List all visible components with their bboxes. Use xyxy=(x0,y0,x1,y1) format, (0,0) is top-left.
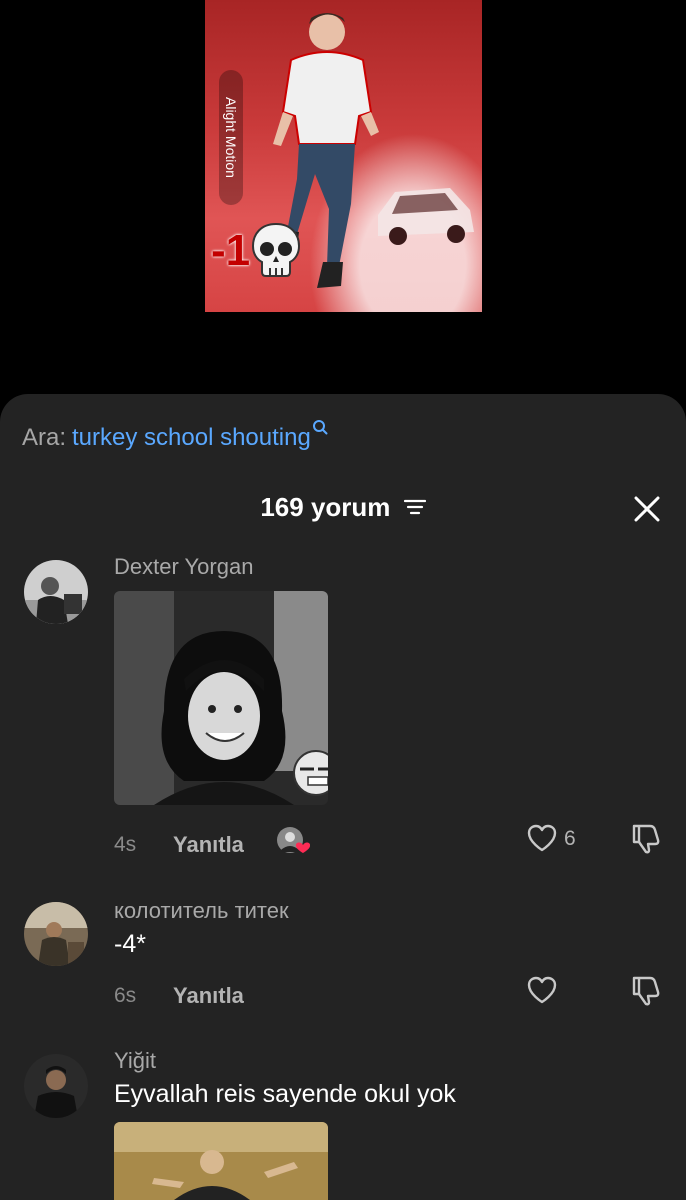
search-prefix: Ara: xyxy=(22,424,67,451)
comments-sheet: Ara: turkey school shouting 169 yorum Dex… xyxy=(0,394,686,1200)
overlay-text: -1 xyxy=(211,226,251,275)
skull-icon xyxy=(251,222,301,277)
like-count: 6 xyxy=(564,827,576,850)
avatar[interactable] xyxy=(24,902,88,966)
video-thumbnail[interactable]: Alight Motion -1 xyxy=(205,0,482,312)
heart-icon[interactable] xyxy=(527,976,557,1004)
comment-text: Eyvallah reis sayende okul yok xyxy=(114,1080,456,1108)
comment-text: -4* xyxy=(114,930,146,958)
comment-username[interactable]: Yiğit xyxy=(114,1048,156,1074)
creator-liked-icon xyxy=(277,827,310,853)
comments-count-title: 169 yorum xyxy=(260,492,391,522)
heart-icon[interactable] xyxy=(527,824,557,852)
close-icon[interactable] xyxy=(634,496,660,522)
watermark-label: Alight Motion xyxy=(219,70,243,205)
comment-image[interactable] xyxy=(114,1122,328,1200)
dislike-icon[interactable] xyxy=(630,822,662,854)
avatar[interactable] xyxy=(24,1054,88,1118)
comment-username[interactable]: Dexter Yorgan xyxy=(114,554,253,580)
reply-button[interactable]: Yanıtla xyxy=(173,983,244,1009)
search-icon[interactable] xyxy=(312,419,328,435)
comment-image[interactable] xyxy=(114,591,328,805)
avatar[interactable] xyxy=(24,560,88,624)
related-search[interactable]: Ara: turkey school shouting xyxy=(22,420,328,452)
comment-username[interactable]: колотитель титек xyxy=(114,898,289,924)
filter-icon[interactable] xyxy=(403,498,426,516)
comments-header: 169 yorum xyxy=(0,492,686,523)
comment-time: 6s xyxy=(114,984,137,1007)
dislike-icon[interactable] xyxy=(630,974,662,1006)
video-player[interactable]: Alight Motion -1 xyxy=(0,0,686,400)
reply-button[interactable]: Yanıtla xyxy=(173,832,244,858)
comment-time: 4s xyxy=(114,833,137,856)
search-term-link[interactable]: turkey school shouting xyxy=(72,424,311,451)
